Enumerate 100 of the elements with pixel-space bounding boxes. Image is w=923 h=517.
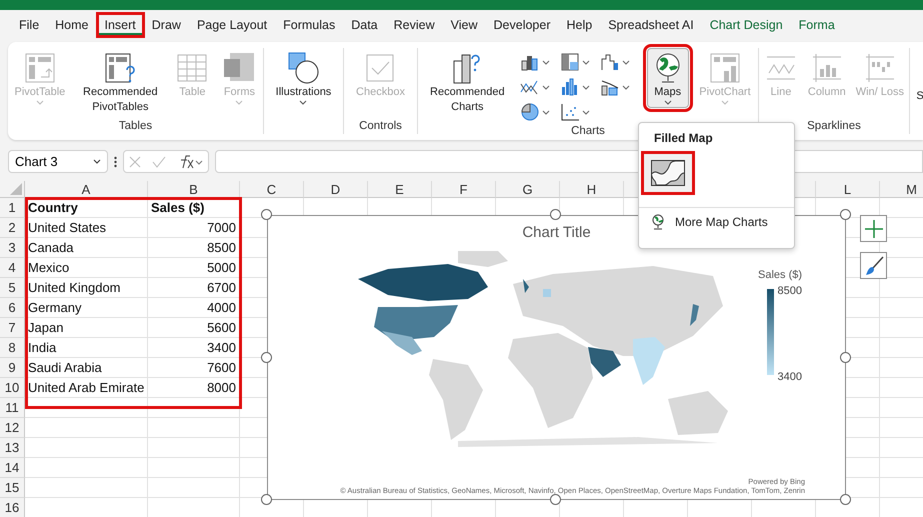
group-label: Tables: [118, 120, 154, 134]
legend-title: Sales ($): [758, 269, 802, 281]
table-cell-text: Germany: [27, 299, 82, 317]
combo-chart-icon: [600, 78, 620, 96]
ribbon-tab[interactable]: Developer: [486, 14, 558, 36]
ribbon-button[interactable]: S: [912, 48, 923, 107]
column-header[interactable]: A: [25, 181, 148, 198]
row-header[interactable]: 16: [0, 498, 25, 517]
triangle-icon: [10, 183, 22, 195]
group-label: Controls: [358, 120, 403, 134]
table-cell-text: Sales ($): [150, 199, 206, 217]
row-header[interactable]: 5: [0, 278, 25, 298]
ribbon-tab[interactable]: Page Layout: [190, 14, 274, 36]
ribbon-tab[interactable]: Review: [386, 14, 442, 36]
shapes-icon: [286, 51, 320, 85]
row-header[interactable]: 14: [0, 458, 25, 478]
chevron-icon: [235, 100, 244, 105]
table-cell-text: 3400: [206, 339, 237, 357]
chevron-icon: [720, 100, 729, 105]
ribbon-tab[interactable]: Insert: [98, 14, 143, 36]
column-header[interactable]: H: [560, 181, 624, 198]
group-label: Sparklines: [806, 120, 862, 134]
menu-heading: Filled Map: [653, 130, 714, 147]
ribbon-tab[interactable]: Chart Design: [702, 14, 790, 36]
filled-map-option[interactable]: [641, 151, 695, 195]
column-header[interactable]: B: [148, 181, 240, 198]
chevron-icon: [622, 60, 630, 64]
chevron-icon: [36, 100, 44, 105]
waterfall-chart-icon: [600, 53, 620, 71]
table-cell-text: 4000: [206, 299, 237, 317]
scatter-chart-icon: [560, 103, 580, 121]
pivot-table-question-icon: [103, 51, 138, 85]
check-icon[interactable]: [152, 156, 166, 168]
row-header[interactable]: 4: [0, 258, 25, 278]
row-header[interactable]: 11: [0, 398, 25, 418]
chevron-icon: [542, 84, 550, 90]
chevron-icon: [582, 110, 590, 114]
legend-min: 3400: [778, 371, 802, 383]
chart-elements-button[interactable]: [860, 215, 887, 242]
row-header[interactable]: 6: [0, 298, 25, 318]
bar-chart-icon: [520, 53, 540, 71]
row-header[interactable]: 9: [0, 358, 25, 378]
table-cell-text: Canada: [27, 239, 75, 257]
pivot-chart-icon: [708, 51, 742, 85]
plus-icon: [864, 220, 882, 238]
row-header[interactable]: 15: [0, 478, 25, 498]
table-cell-text: 7000: [206, 219, 237, 237]
table-cell-text: Japan: [27, 319, 64, 337]
ribbon-tab[interactable]: Home: [48, 14, 96, 36]
chevron-icon: [664, 100, 672, 105]
table-cell-text: 7600: [206, 359, 237, 377]
globe-icon: [651, 214, 665, 230]
more-options-icon[interactable]: [114, 156, 117, 168]
column-header[interactable]: D: [304, 181, 368, 198]
table-cell-text: India: [27, 339, 58, 357]
table-cell-text: 8500: [206, 239, 237, 257]
ribbon-tab[interactable]: Spreadsheet AI: [601, 14, 701, 36]
row-header[interactable]: 13: [0, 438, 25, 458]
ribbon-tab[interactable]: Help: [560, 14, 600, 36]
chart-styles-button[interactable]: [860, 252, 887, 279]
table-cell-text: Saudi Arabia: [27, 359, 103, 377]
table-cell-text: United Kingdom: [27, 279, 122, 297]
chevron-icon: [93, 159, 101, 164]
column-header[interactable]: C: [240, 181, 304, 198]
row-header[interactable]: 12: [0, 418, 25, 438]
ribbon-tab[interactable]: File: [12, 14, 46, 36]
row-header[interactable]: 1: [0, 198, 25, 218]
table-cell-text: 5600: [206, 319, 237, 337]
table-cell-text: 5000: [206, 259, 237, 277]
row-header[interactable]: 10: [0, 378, 25, 398]
column-header[interactable]: F: [432, 181, 496, 198]
filled-map-icon: [651, 160, 685, 186]
column-header[interactable]: M: [880, 181, 923, 198]
chevron-icon: [542, 60, 550, 64]
pie-chart-icon: [520, 103, 540, 121]
chevron-icon: [582, 60, 590, 64]
table-cell-text: United States: [27, 219, 108, 237]
ribbon-button[interactable]: Recommended Charts: [421, 48, 514, 118]
ribbon-button[interactable]: Illustrations: [272, 48, 336, 108]
ribbon-button[interactable]: Recommended PivotTables: [74, 48, 166, 118]
treemap-icon: [560, 53, 580, 71]
column-header[interactable]: E: [368, 181, 432, 198]
ribbon-tab[interactable]: Formulas: [276, 14, 342, 36]
ribbon-tab[interactable]: Forma: [792, 14, 842, 36]
row-header[interactable]: 2: [0, 218, 25, 238]
ribbon-tab[interactable]: Data: [344, 14, 385, 36]
row-header[interactable]: 3: [0, 238, 25, 258]
legend-max: 8500: [778, 285, 802, 297]
table-cell-text: Mexico: [27, 259, 70, 277]
name-box[interactable]: Chart 3: [8, 150, 108, 173]
table-cell-text: 6700: [206, 279, 237, 297]
brush-icon: [864, 256, 884, 276]
column-header[interactable]: G: [496, 181, 560, 198]
row-header[interactable]: 8: [0, 338, 25, 358]
chevron-icon: [622, 84, 630, 90]
ribbon-tab[interactable]: Draw: [144, 14, 188, 36]
ribbon-tab[interactable]: View: [444, 14, 485, 36]
histogram-icon: [560, 78, 580, 96]
row-header[interactable]: 7: [0, 318, 25, 338]
column-header[interactable]: L: [816, 181, 880, 198]
